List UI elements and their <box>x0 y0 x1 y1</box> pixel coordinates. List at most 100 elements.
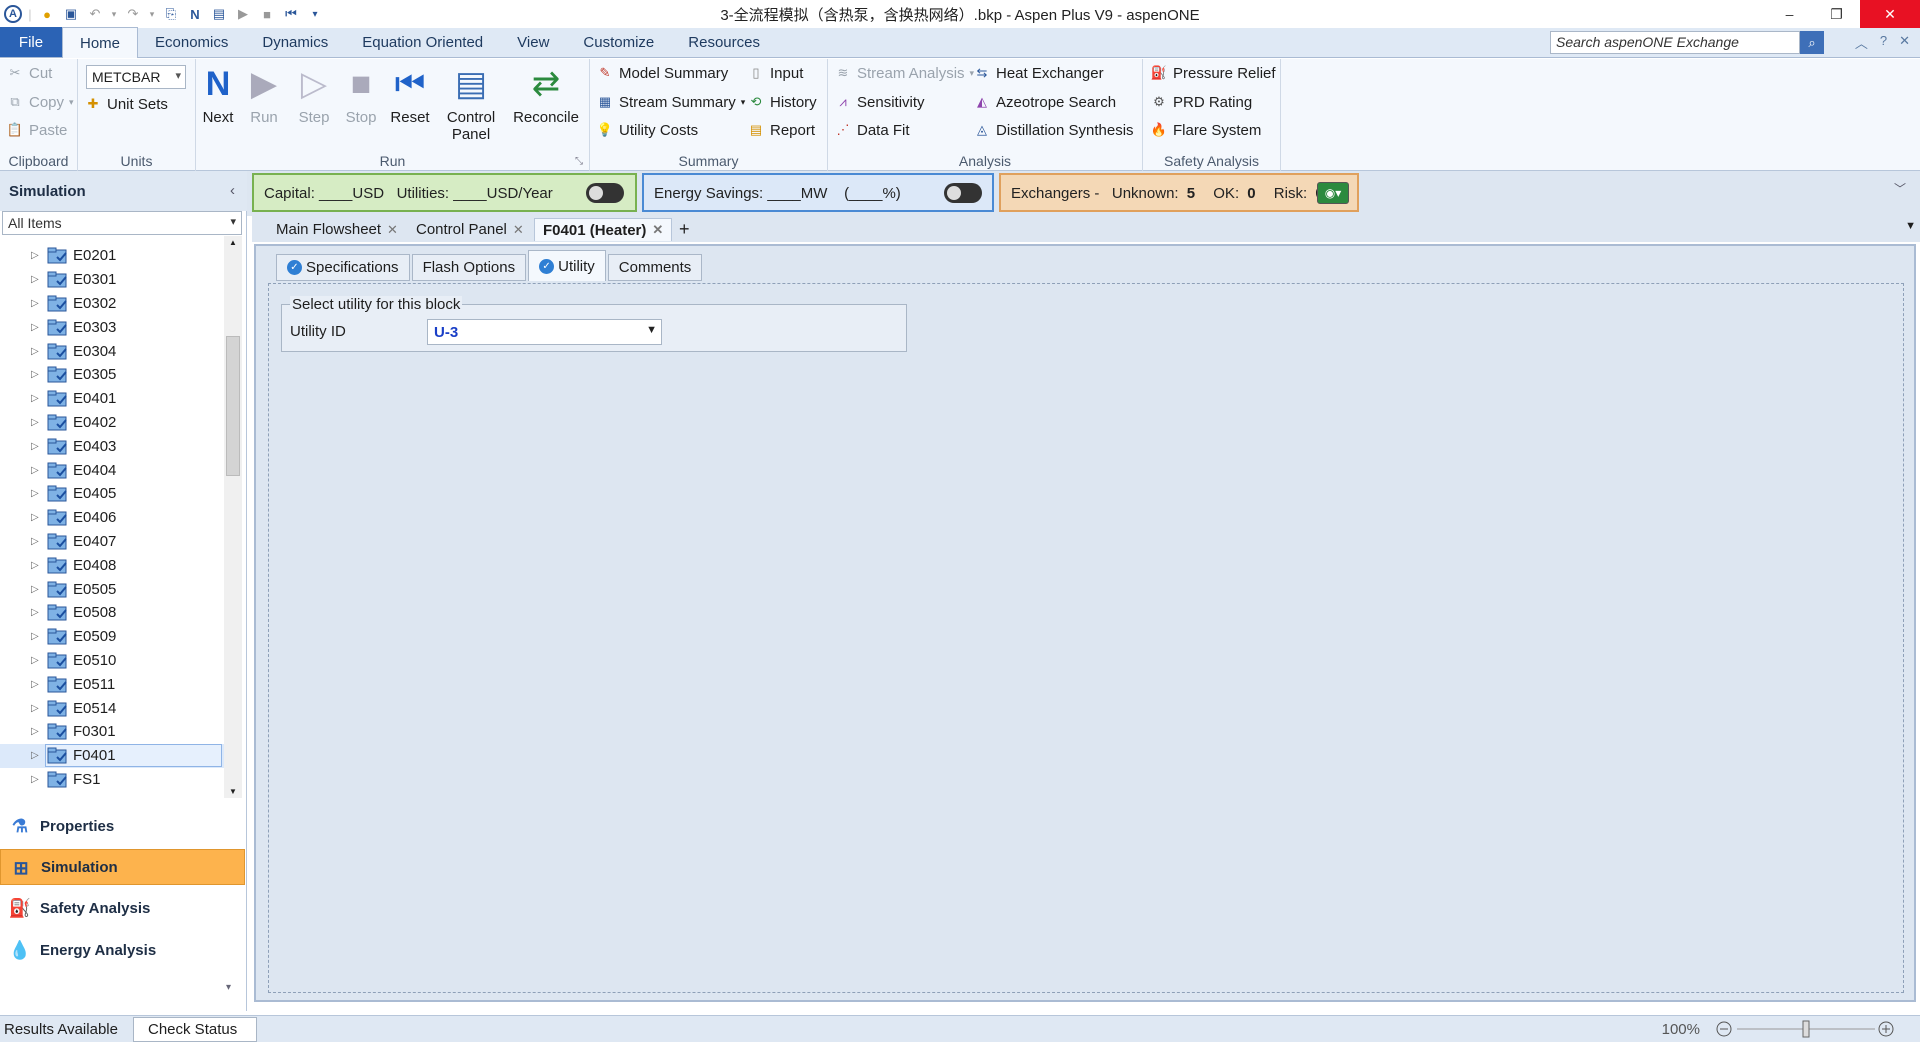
nav-safety-analysis[interactable]: ⛽ Safety Analysis <box>0 890 245 926</box>
expand-icon[interactable]: ▷ <box>31 536 39 547</box>
expand-icon[interactable]: ▷ <box>31 631 39 642</box>
expand-icon[interactable]: ▷ <box>31 346 39 357</box>
options-icon[interactable]: ✕ <box>1899 33 1910 52</box>
tree-item[interactable]: ▷ E0305 <box>0 363 224 387</box>
tab-customize[interactable]: Customize <box>566 27 671 57</box>
minimize-button[interactable]: – <box>1766 0 1813 28</box>
tree-item[interactable]: ▷ E0403 <box>0 434 224 458</box>
control-panel-button[interactable]: ▤ Control Panel <box>446 63 496 144</box>
run-button[interactable]: ▶ Run <box>248 63 280 127</box>
tab-view[interactable]: View <box>500 27 566 57</box>
expand-icon[interactable]: ▷ <box>31 322 39 333</box>
expand-icon[interactable]: ▷ <box>31 274 39 285</box>
collapse-navigator-icon[interactable]: ‹ <box>230 182 235 199</box>
unit-set-select[interactable]: METCBAR <box>86 65 186 89</box>
data-fit-button[interactable]: ⋰ Data Fit <box>834 118 910 142</box>
stop-icon[interactable]: ■ <box>258 5 276 23</box>
tab-resources[interactable]: Resources <box>671 27 777 57</box>
tree-item[interactable]: ▷ E0406 <box>0 506 224 530</box>
nav-properties[interactable]: ⚗ Properties <box>0 808 245 844</box>
flare-system-button[interactable]: 🔥 Flare System <box>1150 118 1261 142</box>
redo-icon[interactable]: ↷ <box>124 5 142 23</box>
expand-icon[interactable]: ▷ <box>31 441 39 452</box>
reconcile-button[interactable]: ⇄ Reconcile <box>512 63 580 127</box>
scroll-up-icon[interactable]: ▲ <box>229 238 237 247</box>
tree-item[interactable]: ▷ E0505 <box>0 577 224 601</box>
new-tab-button[interactable]: + <box>671 218 698 241</box>
expand-icon[interactable]: ▷ <box>31 703 39 714</box>
cut-button[interactable]: ✂ Cut <box>6 61 53 85</box>
tree-item[interactable]: ▷ E0301 <box>0 268 224 292</box>
pressure-relief-button[interactable]: ⛽ Pressure Relief <box>1150 61 1276 85</box>
input-button[interactable]: ▯ Input <box>747 61 803 85</box>
stream-summary-button[interactable]: ▦ Stream Summary ▾ <box>596 90 745 114</box>
nav-energy-analysis[interactable]: 💧 Energy Analysis <box>0 932 245 968</box>
close-button[interactable]: ✕ <box>1860 0 1920 28</box>
tree-scrollbar[interactable]: ▲ ▼ <box>224 236 242 798</box>
tree-item[interactable]: ▷ F0301 <box>0 720 224 744</box>
next-icon[interactable]: N <box>186 5 204 23</box>
close-tab-icon[interactable]: ✕ <box>387 222 398 238</box>
exchanger-status-icon[interactable]: ◉▾ <box>1317 182 1349 204</box>
tree-item[interactable]: ▷ E0404 <box>0 458 224 482</box>
expand-icon[interactable]: ▷ <box>31 560 39 571</box>
undo-dropdown-icon[interactable]: ▾ <box>110 5 118 23</box>
expand-icon[interactable]: ▷ <box>31 750 39 761</box>
model-summary-button[interactable]: ✎ Model Summary <box>596 61 729 85</box>
history-button[interactable]: ⟲ History <box>747 90 817 114</box>
subtab-specifications[interactable]: ✓ Specifications <box>276 254 410 281</box>
expand-icon[interactable]: ▷ <box>31 655 39 666</box>
distillation-synthesis-button[interactable]: ◬ Distillation Synthesis <box>973 118 1134 142</box>
tab-economics[interactable]: Economics <box>138 27 245 57</box>
flowsheet-icon[interactable]: ⎘ <box>162 5 180 23</box>
tree-item[interactable]: ▷ E0304 <box>0 339 224 363</box>
paste-button[interactable]: 📋 Paste <box>6 118 67 142</box>
nav-simulation[interactable]: ⊞ Simulation <box>0 849 245 885</box>
tab-f0401-heater[interactable]: F0401 (Heater) ✕ <box>534 218 673 241</box>
expand-icon[interactable]: ▷ <box>31 607 39 618</box>
redo-dropdown-icon[interactable]: ▾ <box>148 5 156 23</box>
close-tab-icon[interactable]: ✕ <box>652 222 663 238</box>
subtab-utility[interactable]: ✓ Utility <box>528 250 606 281</box>
utility-costs-button[interactable]: 💡 Utility Costs <box>596 118 698 142</box>
expand-icon[interactable]: ▷ <box>31 250 39 261</box>
tree-item[interactable]: ▷ E0514 <box>0 696 224 720</box>
expand-icon[interactable]: ▷ <box>31 465 39 476</box>
nav-more-icon[interactable]: ▾ <box>226 982 231 993</box>
tab-main-flowsheet[interactable]: Main Flowsheet ✕ <box>268 218 406 241</box>
expand-icon[interactable]: ▷ <box>31 417 39 428</box>
customize-qat-icon[interactable]: ▾ <box>306 5 324 23</box>
expand-panels-icon[interactable]: ﹀ <box>1894 180 1906 197</box>
navigator-filter-select[interactable]: All Items <box>2 211 242 235</box>
tree-item[interactable]: ▷ F0401 <box>0 743 224 768</box>
expand-icon[interactable]: ▷ <box>31 726 39 737</box>
expand-icon[interactable]: ▷ <box>31 512 39 523</box>
search-icon[interactable]: ⌕ <box>1800 31 1824 54</box>
expand-icon[interactable]: ▷ <box>31 298 39 309</box>
tab-list-icon[interactable]: ▼ <box>1905 220 1916 232</box>
next-button[interactable]: N Next <box>200 63 236 127</box>
tree-item[interactable]: ▷ FS1 <box>0 768 224 792</box>
control-panel-icon[interactable]: ▤ <box>210 5 228 23</box>
expand-icon[interactable]: ▷ <box>31 584 39 595</box>
aspen-logo-icon[interactable]: A <box>4 5 22 23</box>
stream-analysis-button[interactable]: ≋ Stream Analysis ▾ <box>834 61 975 85</box>
step-button[interactable]: ▷ Step <box>295 63 333 127</box>
copy-button[interactable]: ⧉ Copy ▾ <box>6 90 73 114</box>
report-button[interactable]: ▤ Report <box>747 118 815 142</box>
tree-item[interactable]: ▷ E0508 <box>0 601 224 625</box>
tree-item[interactable]: ▷ E0303 <box>0 315 224 339</box>
open-icon[interactable]: ● <box>38 5 56 23</box>
tab-home[interactable]: Home <box>62 27 139 58</box>
tree-item[interactable]: ▷ E0407 <box>0 530 224 554</box>
tab-dynamics[interactable]: Dynamics <box>245 27 345 57</box>
azeotrope-search-button[interactable]: ◭ Azeotrope Search <box>973 90 1116 114</box>
collapse-ribbon-icon[interactable]: ︿ <box>1855 33 1868 52</box>
sensitivity-button[interactable]: ⩘ Sensitivity <box>834 90 924 114</box>
tree-item[interactable]: ▷ E0510 <box>0 649 224 673</box>
expand-icon[interactable]: ▷ <box>31 488 39 499</box>
tree-item[interactable]: ▷ E0509 <box>0 625 224 649</box>
tree-item[interactable]: ▷ E0402 <box>0 411 224 435</box>
exchange-search-input[interactable]: Search aspenONE Exchange <box>1550 31 1800 54</box>
subtab-comments[interactable]: Comments <box>607 254 703 281</box>
